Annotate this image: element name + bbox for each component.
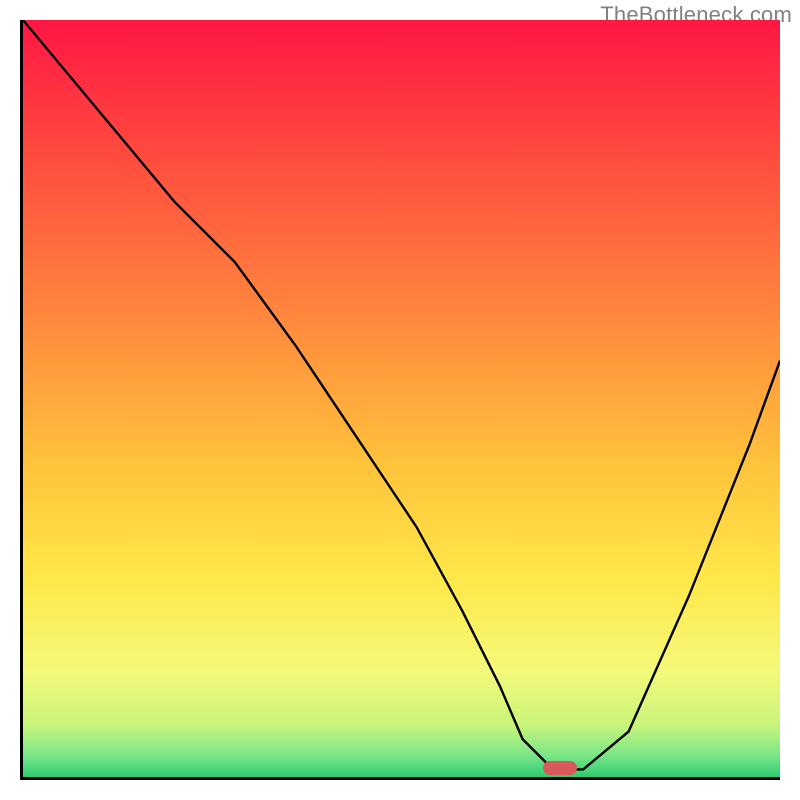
chart-canvas: TheBottleneck.com — [0, 0, 800, 800]
bottleneck-curve-path — [23, 20, 780, 769]
optimal-marker — [543, 761, 577, 775]
curve-svg — [23, 20, 780, 777]
plot-area — [20, 20, 780, 780]
